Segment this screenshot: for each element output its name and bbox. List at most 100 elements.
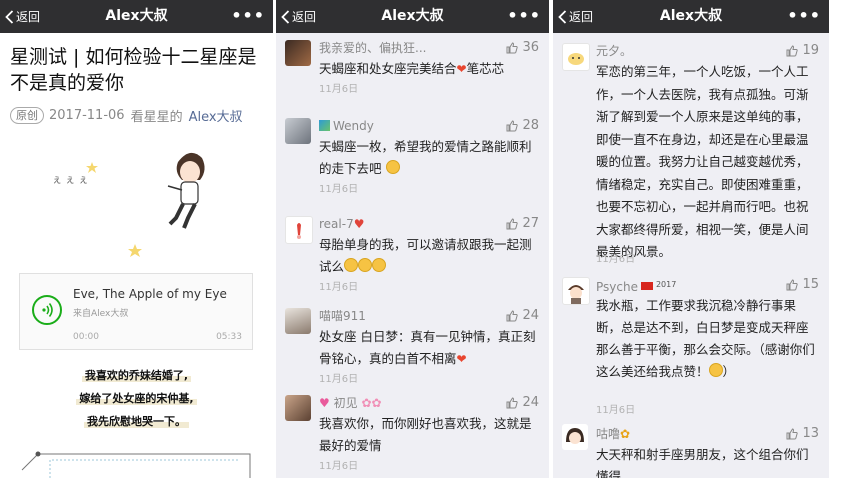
like-count: 13 (802, 426, 819, 441)
flag-icon (640, 282, 653, 290)
time-start: 00:00 (73, 332, 99, 342)
comment-item: Psyche 2017 15 我水瓶，工作要求我沉稳冷静行事果断，总是达不到，白日… (553, 277, 829, 417)
heart-icon: ❤ (456, 62, 467, 76)
thumbs-up-icon (506, 218, 519, 230)
time-end: 05:33 (216, 332, 242, 342)
comment-date: 11月6日 (319, 461, 359, 472)
heart-icon: ❤ (456, 352, 467, 366)
commenter-name[interactable]: 喵喵911 (319, 308, 366, 324)
comment-item: Wendy 28 天蝎座一枚，希望我的爱情之路能顺利的走下去吧 11月6日 (276, 118, 549, 198)
like-button[interactable]: 19 (786, 43, 819, 59)
chevron-left-icon (558, 9, 567, 24)
like-count: 24 (522, 395, 539, 410)
emoji-icon (385, 160, 400, 174)
comment-text: 天蝎座一枚，希望我的爱情之路能顺利的走下去吧 (319, 139, 532, 176)
commenter-name[interactable]: 咕噜✿ (596, 426, 630, 442)
thumbs-up-icon (506, 120, 519, 132)
like-button[interactable]: 27 (506, 216, 539, 232)
comments-panel: 返回 Alex大叔 ••• 元夕。 19 军恋的第三年，一个人吃饭，一个人工作，… (553, 0, 829, 478)
commenter-name[interactable]: 我亲爱的、偏执狂... (319, 40, 426, 56)
original-badge: 原创 (10, 107, 44, 124)
thumbs-up-icon (786, 45, 799, 57)
thumbs-up-icon (786, 279, 799, 291)
music-player[interactable]: Eve, The Apple of my Eye 来自Alex大叔 00:00 … (19, 273, 253, 350)
publish-date: 2017-11-06 (49, 108, 125, 123)
comment-text: 处女座 白日梦：真有一见钟情，真正刻骨铭心，真的白首不相离❤ (319, 329, 536, 366)
emoji-icon (372, 258, 387, 272)
like-count: 27 (522, 216, 539, 231)
thumbs-up-icon (786, 428, 799, 440)
song-title: Eve, The Apple of my Eye (73, 287, 227, 301)
avatar[interactable] (285, 308, 311, 334)
commenter-name[interactable]: ♥ 初见 ✿✿ (319, 395, 382, 411)
back-label: 返回 (292, 10, 317, 24)
comment-item: ♥ 初见 ✿✿ 24 我喜欢你，而你刚好也喜欢我，这就是最好的爱情 11月6日 (276, 395, 549, 475)
back-button[interactable]: 返回 (281, 0, 316, 33)
back-label: 返回 (569, 10, 594, 24)
like-button[interactable]: 36 (506, 40, 539, 56)
emoji-icon (708, 363, 723, 377)
comment-date: 11月6日 (319, 184, 359, 195)
more-button[interactable]: ••• (787, 0, 821, 33)
star-icon (86, 162, 98, 173)
thumbs-up-icon (506, 310, 519, 322)
avatar[interactable] (285, 216, 313, 244)
avatar[interactable] (285, 118, 311, 144)
avatar[interactable] (562, 277, 590, 305)
more-button[interactable]: ••• (231, 0, 265, 33)
nav-bar: 返回 Alex大叔 ••• (0, 0, 273, 33)
like-button[interactable]: 28 (506, 118, 539, 134)
like-button[interactable]: 24 (506, 395, 539, 411)
nav-bar: 返回 Alex大叔 ••• (276, 0, 549, 33)
back-button[interactable]: 返回 (558, 0, 593, 33)
like-count: 24 (522, 308, 539, 323)
highlight-line: 嫁给了处女座的宋仲基, (0, 390, 273, 406)
comment-text: 母胎单身的我，可以邀请叔跟我一起测试么 (319, 237, 532, 274)
comment-item: 我亲爱的、偏执狂... 36 天蝎座和处女座完美结合❤笔芯芯 11月6日 (276, 40, 549, 100)
nav-bar: 返回 Alex大叔 ••• (553, 0, 829, 33)
like-count: 15 (802, 277, 819, 292)
sound-wave-icon (42, 303, 53, 317)
highlight-line: 我喜欢的乔妹结婚了, (0, 367, 273, 383)
emoji-icon (319, 120, 330, 131)
comment-item: real-7♥ 27 母胎单身的我，可以邀请叔跟我一起测试么 11月6日 (276, 216, 549, 296)
avatar[interactable] (562, 424, 588, 450)
illustration-text: ぇ ぇ ぇ (52, 175, 88, 186)
star-icon (128, 244, 142, 257)
like-button[interactable]: 24 (506, 308, 539, 324)
comment-text: 大天秤和射手座男朋友，这个组合你们懂得 (596, 447, 809, 478)
article-meta: 原创 2017-11-06 看星星的 Alex大叔 (10, 106, 243, 125)
avatar[interactable] (285, 395, 311, 421)
like-count: 19 (802, 43, 819, 58)
decorative-line-art (21, 451, 251, 478)
emoji-icon (358, 258, 373, 272)
article-title: 星测试 | 如何检验十二星座是不是真的爱你 (10, 46, 257, 94)
article-illustration: ぇ ぇ ぇ (52, 152, 205, 257)
chevron-left-icon (281, 9, 290, 24)
like-button[interactable]: 15 (786, 277, 819, 293)
avatar[interactable] (285, 40, 311, 66)
back-button[interactable]: 返回 (5, 0, 40, 33)
avatar[interactable] (562, 43, 590, 71)
comments-panel: 返回 Alex大叔 ••• 我亲爱的、偏执狂... 36 天蝎座和处女座完美结合… (276, 0, 549, 478)
comment-date: 11月6日 (319, 374, 359, 385)
author-link[interactable]: Alex大叔 (189, 106, 243, 125)
flower-icon: ✿ (361, 396, 372, 410)
commenter-name[interactable]: Wendy (319, 118, 374, 134)
comment-text: 我水瓶，工作要求我沉稳冷静行事果断，总是达不到，白日梦是变成天秤座那么善于平衡，… (596, 298, 815, 379)
commenter-name[interactable]: 元夕。 (596, 43, 632, 59)
play-icon[interactable] (32, 295, 62, 325)
like-count: 36 (522, 40, 539, 55)
commenter-name[interactable]: real-7♥ (319, 216, 364, 232)
commenter-name[interactable]: Psyche 2017 (596, 277, 676, 295)
boy-figure (167, 152, 205, 229)
comment-text: 我喜欢你，而你刚好也喜欢我，这就是最好的爱情 (319, 416, 532, 453)
back-label: 返回 (16, 10, 41, 24)
more-button[interactable]: ••• (507, 0, 541, 33)
flower-icon: ✿ (371, 396, 382, 410)
like-button[interactable]: 13 (786, 426, 819, 442)
balloon-icon: ♥ (353, 217, 365, 231)
thumbs-up-icon (506, 42, 519, 54)
comment-item: 咕噜✿ 13 大天秤和射手座男朋友，这个组合你们懂得 (553, 424, 829, 478)
comment-date: 11月6日 (319, 282, 359, 293)
